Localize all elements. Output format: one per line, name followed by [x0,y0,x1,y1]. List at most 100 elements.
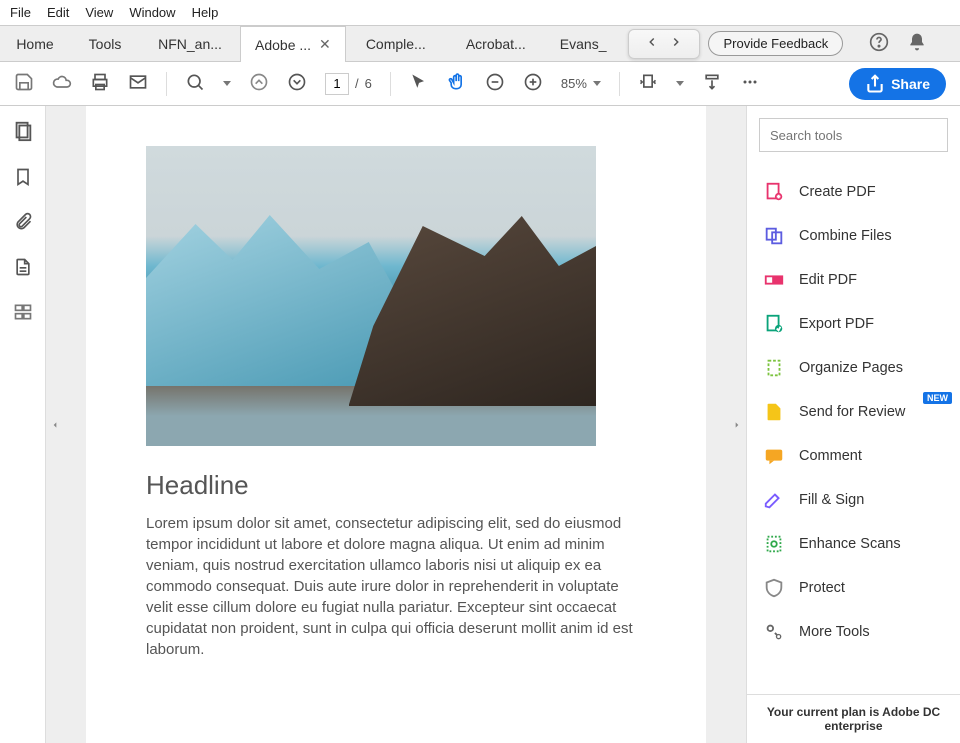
attachment-icon[interactable] [13,212,33,235]
left-gutter[interactable] [46,106,64,743]
page-icon[interactable] [13,257,33,280]
document-image [146,146,596,446]
tool-label: Send for Review [799,404,905,420]
tool-icon [763,181,785,203]
zoom-in-icon[interactable] [523,72,543,95]
tool-icon [763,489,785,511]
tool-comment[interactable]: Comment [747,434,960,478]
toolbar: / 6 85% Share [0,62,960,106]
tool-icon [763,445,785,467]
doc-tab-2[interactable]: Comple... [346,26,446,62]
menu-view[interactable]: View [85,5,113,20]
menu-edit[interactable]: Edit [47,5,69,20]
right-panel: Create PDF Combine Files Edit PDF Export PD… [746,106,960,743]
tool-label: Combine Files [799,228,892,244]
document-viewport[interactable]: Headline Lorem ipsum dolor sit amet, con… [64,106,728,743]
page-down-icon[interactable] [287,72,307,95]
close-icon[interactable]: ✕ [319,36,331,53]
main-area: Headline Lorem ipsum dolor sit amet, con… [0,106,960,743]
tab-tools[interactable]: Tools [70,26,140,62]
separator [619,72,620,96]
tool-icon [763,621,785,643]
tool-label: Export PDF [799,316,874,332]
fit-width-icon[interactable] [638,72,658,95]
hand-tool-icon[interactable] [447,72,467,95]
print-icon[interactable] [90,72,110,95]
tool-send-for-review[interactable]: Send for Review NEW [747,390,960,434]
search-icon[interactable] [185,72,205,95]
new-badge: NEW [923,392,952,404]
scroll-mode-icon[interactable] [702,72,722,95]
doc-tab-0[interactable]: NFN_an... [140,26,240,62]
tool-icon [763,401,785,423]
doc-tab-1[interactable]: Adobe ... ✕ [240,26,346,62]
tool-label: Create PDF [799,184,876,200]
document-column: Headline Lorem ipsum dolor sit amet, con… [46,106,746,743]
separator [166,72,167,96]
tool-icon [763,533,785,555]
tab-bar: Home Tools NFN_an... Adobe ... ✕ Comple.… [0,26,960,62]
fit-caret-icon[interactable] [676,81,684,86]
tool-label: Enhance Scans [799,536,901,552]
tool-protect[interactable]: Protect [747,566,960,610]
zoom-out-icon[interactable] [485,72,505,95]
page-indicator: / 6 [325,73,372,95]
tool-label: Comment [799,448,862,464]
feedback-button[interactable]: Provide Feedback [708,31,843,56]
pdf-page: Headline Lorem ipsum dolor sit amet, con… [86,106,706,743]
menu-file[interactable]: File [10,5,31,20]
document-headline: Headline [146,470,646,501]
chevron-down-icon [593,81,601,86]
menu-help[interactable]: Help [192,5,219,20]
right-gutter[interactable] [728,106,746,743]
page-total: 6 [365,76,372,91]
bell-icon[interactable] [907,32,927,55]
more-icon[interactable] [740,72,760,95]
doc-tab-3[interactable]: Acrobat... [446,26,546,62]
bookmark-icon[interactable] [13,167,33,190]
share-button[interactable]: Share [849,68,946,100]
tab-home[interactable]: Home [0,26,70,62]
page-input[interactable] [325,73,349,95]
tool-label: Fill & Sign [799,492,864,508]
document-body: Lorem ipsum dolor sit amet, consectetur … [146,513,646,660]
tool-export-pdf[interactable]: Export PDF [747,302,960,346]
select-tool-icon[interactable] [409,72,429,95]
tab-next-icon[interactable] [669,35,683,52]
tool-icon [763,577,785,599]
separator [390,72,391,96]
tab-prev-icon[interactable] [645,35,659,52]
cloud-icon[interactable] [52,72,72,95]
tool-icon [763,357,785,379]
page-sep: / [355,76,359,91]
menu-window[interactable]: Window [129,5,175,20]
menu-bar: File Edit View Window Help [0,0,960,26]
tool-label: Edit PDF [799,272,857,288]
tool-more-tools[interactable]: More Tools [747,610,960,654]
zoom-level[interactable]: 85% [561,76,601,91]
tab-nav-group [628,29,700,59]
tool-label: Protect [799,580,845,596]
tool-label: Organize Pages [799,360,903,376]
tool-enhance-scans[interactable]: Enhance Scans [747,522,960,566]
thumbnails-icon[interactable] [12,120,34,145]
more-pane-icon[interactable] [13,302,33,325]
plan-message: Your current plan is Adobe DC enterprise [747,694,960,743]
tool-fill-sign[interactable]: Fill & Sign [747,478,960,522]
doc-tab-4[interactable]: Evans_ [546,26,621,62]
tool-icon [763,225,785,247]
tool-icon [763,269,785,291]
page-up-icon[interactable] [249,72,269,95]
tool-organize-pages[interactable]: Organize Pages [747,346,960,390]
search-tools-input[interactable] [759,118,948,152]
left-rail [0,106,46,743]
tool-label: More Tools [799,624,870,640]
help-icon[interactable] [869,32,889,55]
tool-create-pdf[interactable]: Create PDF [747,170,960,214]
tool-edit-pdf[interactable]: Edit PDF [747,258,960,302]
search-caret-icon[interactable] [223,81,231,86]
tool-combine-files[interactable]: Combine Files [747,214,960,258]
tool-icon [763,313,785,335]
save-icon[interactable] [14,72,34,95]
mail-icon[interactable] [128,72,148,95]
